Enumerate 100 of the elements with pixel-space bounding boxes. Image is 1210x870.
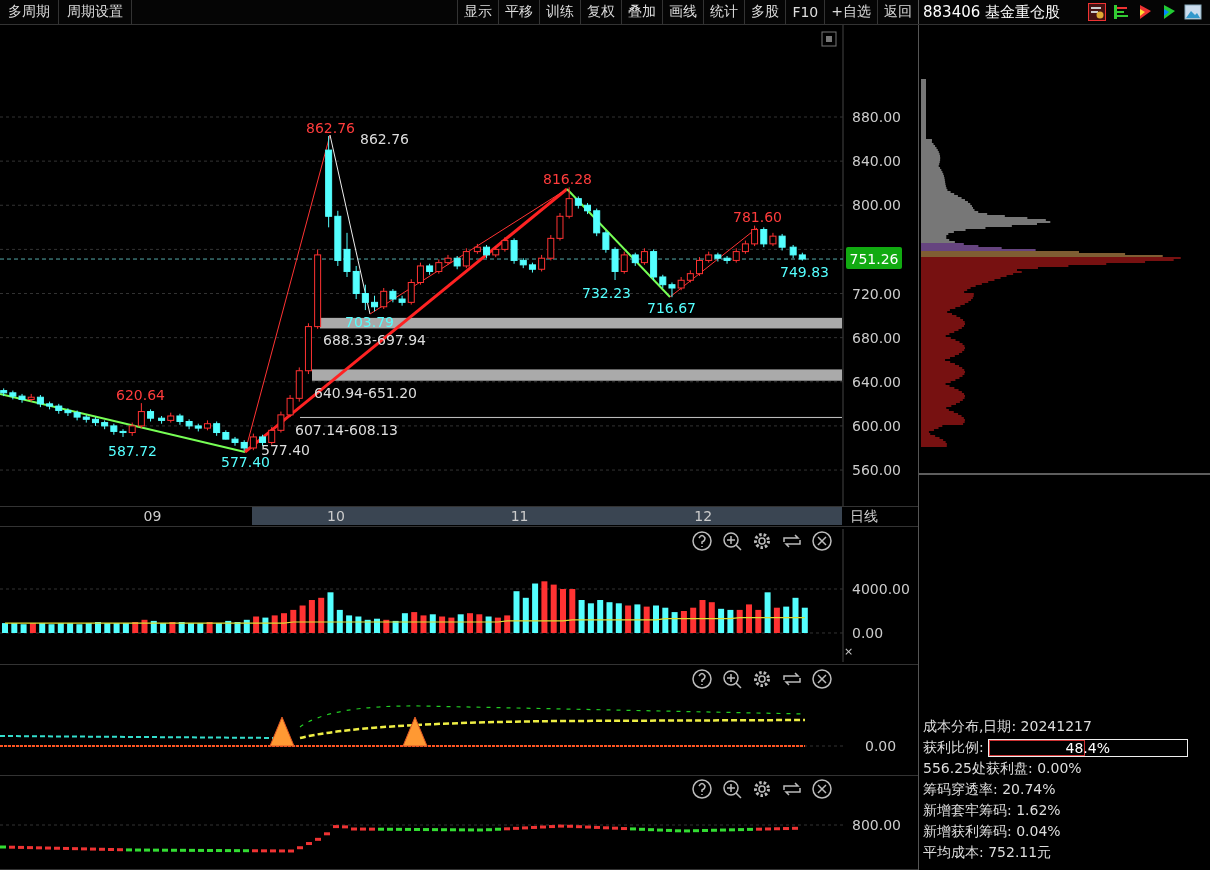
price-label: 816.28	[543, 171, 592, 187]
month-label: 12	[694, 508, 713, 524]
triangle-marker	[269, 716, 295, 747]
refresh-icon[interactable]	[783, 534, 801, 548]
bar	[48, 624, 55, 633]
toolbar-button[interactable]: 训练	[539, 0, 581, 24]
toolbar-button[interactable]: F10	[785, 0, 825, 24]
settings-icon[interactable]	[754, 671, 770, 687]
bar	[308, 600, 315, 633]
toolbar-button[interactable]: 叠加	[621, 0, 663, 24]
toolbar-button[interactable]: 多股	[744, 0, 786, 24]
toolbar-button[interactable]: 平移	[498, 0, 540, 24]
bar	[773, 607, 780, 633]
close-icon[interactable]	[812, 531, 832, 551]
price-label: 587.72	[108, 443, 157, 459]
bar	[727, 609, 734, 633]
settings-icon[interactable]	[754, 781, 770, 797]
bar	[587, 603, 594, 633]
bar	[39, 623, 46, 633]
toolbar-button[interactable]: +自选	[824, 0, 877, 24]
settings-icon[interactable]	[754, 533, 770, 549]
toolbar-button[interactable]: 显示	[457, 0, 499, 24]
bar	[76, 624, 83, 633]
picture-icon[interactable]	[1184, 3, 1202, 21]
bar	[67, 623, 74, 633]
toolbar-button[interactable]: 复权	[580, 0, 622, 24]
bar	[299, 605, 306, 633]
refresh-icon[interactable]	[783, 782, 801, 796]
price-label: 703.79	[345, 314, 394, 330]
bar	[197, 623, 204, 633]
candlestick	[760, 226, 768, 248]
bar	[411, 612, 418, 633]
period-label: 日线	[850, 508, 878, 524]
candlestick	[593, 208, 601, 237]
bar	[764, 592, 771, 633]
candlestick	[696, 256, 704, 277]
candlestick	[380, 287, 388, 310]
bar	[160, 623, 167, 633]
price-label: 732.23	[582, 285, 631, 301]
bar	[792, 597, 799, 633]
price-label: 716.67	[647, 300, 696, 316]
zoom-in-icon[interactable]	[723, 780, 742, 799]
bar	[2, 623, 8, 633]
price-label: 862.76	[360, 131, 409, 147]
bar	[662, 607, 669, 633]
axis-label: 0.00	[865, 738, 897, 754]
bar	[318, 597, 325, 633]
candlestick	[416, 262, 424, 286]
bar	[783, 606, 790, 633]
axis-label: 800.00	[852, 817, 901, 833]
price-label: 749.83	[780, 264, 829, 280]
candlestick	[444, 254, 452, 266]
toolbar-button[interactable]: 返回	[877, 0, 918, 24]
current-price-badge: 751.26	[846, 247, 902, 269]
toolbar-tab[interactable]: 多周期	[0, 0, 59, 24]
bar	[597, 600, 604, 633]
close-icon[interactable]	[812, 779, 832, 799]
axis-label: 800.00	[852, 197, 901, 214]
axis-label: 880.00	[852, 109, 901, 125]
help-icon[interactable]	[692, 779, 712, 799]
chart-icon[interactable]	[1088, 3, 1106, 21]
candlestick	[407, 278, 415, 306]
candlestick	[751, 225, 759, 247]
axis-label: 680.00	[852, 329, 901, 346]
axis-label: 4000.00	[852, 581, 910, 597]
bar	[625, 605, 632, 633]
bar	[736, 609, 743, 633]
bar	[290, 609, 297, 633]
bar	[104, 623, 111, 633]
candlestick	[361, 284, 369, 311]
price-label: 640.94-651.20	[314, 385, 418, 401]
zoom-in-icon[interactable]	[723, 532, 742, 551]
month-label: 09	[143, 508, 162, 524]
zoom-in-icon[interactable]	[723, 670, 742, 689]
candlestick	[556, 212, 564, 242]
info-line: 新增获利筹码: 0.04%	[923, 822, 1062, 841]
help-icon[interactable]	[692, 531, 712, 551]
help-icon[interactable]	[692, 669, 712, 689]
window-icon[interactable]	[821, 31, 837, 47]
toolbar-tab[interactable]: 周期设置	[59, 0, 132, 24]
bar	[615, 603, 622, 633]
info-line: 筹码穿透率: 20.74%	[923, 780, 1057, 799]
close-icon[interactable]	[812, 669, 832, 689]
price-label: 862.76	[306, 120, 355, 136]
toolbar-button[interactable]: 画线	[662, 0, 704, 24]
bar	[634, 604, 641, 633]
bar	[467, 613, 473, 633]
bars-icon[interactable]	[1112, 3, 1130, 21]
candlestick	[510, 237, 518, 265]
refresh-icon[interactable]	[783, 672, 801, 686]
candlestick	[620, 251, 628, 275]
toolbar-button[interactable]: 统计	[703, 0, 745, 24]
candlestick	[119, 428, 127, 438]
price-label: 607.14-608.13	[295, 422, 399, 438]
bar	[699, 600, 706, 633]
info-line: 平均成本: 752.11元	[923, 843, 1053, 862]
axis-label: 560.00	[852, 462, 901, 479]
axis-label: 720.00	[852, 285, 901, 302]
bar	[643, 606, 650, 633]
corner-mark: ×	[844, 645, 854, 658]
